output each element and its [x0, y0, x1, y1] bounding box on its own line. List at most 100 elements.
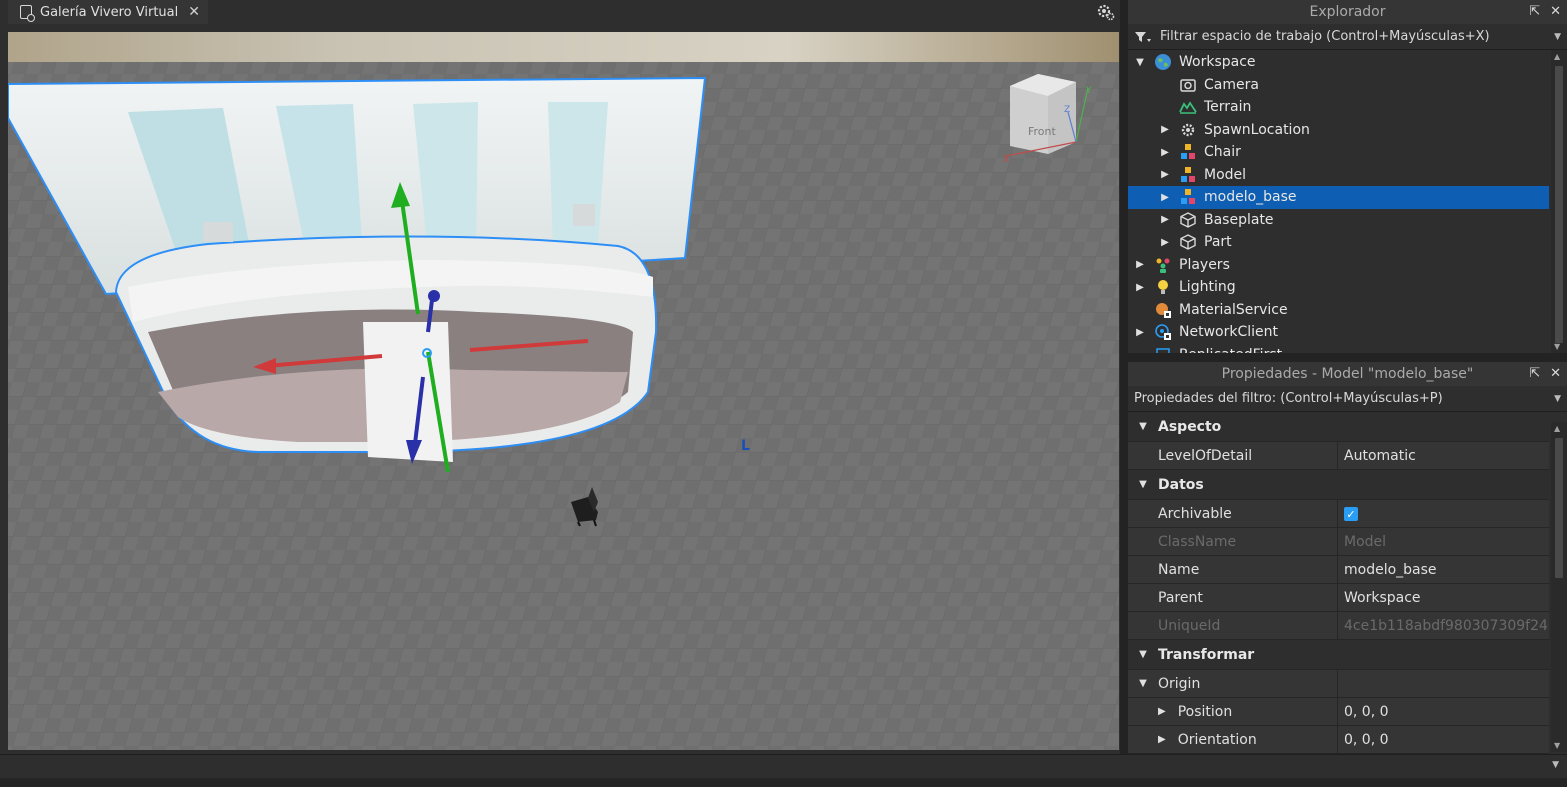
replicated-first-icon [1154, 346, 1172, 353]
property-section-origin[interactable]: ▼ Origin [1128, 670, 1549, 698]
property-section-transformar[interactable]: ▼ Transformar [1128, 640, 1549, 670]
property-value[interactable]: modelo_base [1338, 562, 1549, 578]
property-value: Model [1344, 533, 1387, 550]
expand-right-icon[interactable]: ▶ [1159, 169, 1171, 180]
expand-right-icon[interactable]: ▶ [1134, 282, 1146, 293]
chevron-down-icon[interactable]: ▼ [1554, 394, 1561, 404]
explorer-item-label: MaterialService [1179, 301, 1288, 318]
players-icon [1154, 256, 1172, 274]
explorer-title-bar: Explorador ⇱ ✕ [1128, 0, 1567, 24]
property-row-archivable[interactable]: Archivable ✓ [1128, 500, 1549, 528]
explorer-item-baseplate[interactable]: ▶ Baseplate [1128, 209, 1549, 232]
property-row-levelofdetail[interactable]: LevelOfDetail Automatic [1128, 442, 1549, 470]
property-name: LevelOfDetail [1128, 442, 1338, 469]
bottom-strip [0, 778, 1567, 787]
property-name: ClassName [1128, 528, 1338, 555]
3d-viewport[interactable]: Front Y Z X L [8, 32, 1119, 750]
scroll-up-icon[interactable]: ▲ [1554, 52, 1560, 61]
undock-icon[interactable]: ⇱ [1529, 366, 1540, 381]
properties-filter-input[interactable]: Propiedades del filtro: (Control+Mayúscu… [1134, 391, 1443, 406]
panel-divider[interactable] [1120, 0, 1128, 754]
property-row-name[interactable]: Name modelo_base [1128, 556, 1549, 584]
property-row-parent[interactable]: Parent Workspace [1128, 584, 1549, 612]
document-tab-bar: Galería Vivero Virtual ✕ [0, 0, 1120, 24]
model-icon [1179, 188, 1197, 206]
archivable-checkbox[interactable]: ✓ [1344, 507, 1358, 521]
undock-icon[interactable]: ⇱ [1529, 4, 1540, 19]
explorer-item-label: modelo_base [1204, 189, 1297, 206]
explorer-item-terrain[interactable]: Terrain [1128, 96, 1549, 119]
property-section-aspecto[interactable]: ▼ Aspecto [1128, 412, 1549, 442]
explorer-item-label: NetworkClient [1179, 324, 1278, 341]
property-row-classname[interactable]: ClassName Model [1128, 528, 1549, 556]
close-panel-icon[interactable]: ✕ [1550, 4, 1561, 19]
document-tab[interactable]: Galería Vivero Virtual ✕ [8, 0, 208, 24]
explorer-scroll-thumb[interactable] [1555, 66, 1563, 343]
filter-icon [1135, 31, 1151, 42]
explorer-item-label: Camera [1204, 76, 1259, 93]
property-value: 4ce1b118abdf980307309f240... [1344, 617, 1549, 634]
property-name: UniqueId [1128, 612, 1338, 639]
property-row-orientation[interactable]: ▶ Orientation 0, 0, 0 [1128, 726, 1549, 754]
property-section-datos[interactable]: ▼ Datos [1128, 470, 1549, 500]
expand-right-icon[interactable]: ▶ [1159, 147, 1171, 158]
explorer-item-camera[interactable]: Camera [1128, 74, 1549, 97]
document-tab-title: Galería Vivero Virtual [40, 4, 179, 20]
explorer-item-networkclient[interactable]: ▶ NetworkClient [1128, 321, 1549, 344]
scroll-up-icon[interactable]: ▲ [1554, 424, 1560, 433]
explorer-item-part[interactable]: ▶ Part [1128, 231, 1549, 254]
chevron-down-icon[interactable]: ▼ [1552, 760, 1559, 770]
collapse-icon[interactable]: ▼ [1128, 421, 1158, 432]
explorer-item-workspace[interactable]: ▼ Workspace [1128, 51, 1549, 74]
explorer-filter-input[interactable]: Filtrar espacio de trabajo (Control+Mayú… [1160, 29, 1490, 44]
property-name-text: Parent [1158, 589, 1203, 606]
scroll-down-icon[interactable]: ▼ [1554, 741, 1560, 750]
expand-right-icon[interactable]: ▶ [1134, 327, 1146, 338]
explorer-item-chair[interactable]: ▶ Chair [1128, 141, 1549, 164]
terrain-icon [1179, 98, 1197, 116]
spawn-icon [1179, 121, 1197, 139]
explorer-item-materialservice[interactable]: MaterialService [1128, 299, 1549, 322]
explorer-item-players[interactable]: ▶ Players [1128, 254, 1549, 277]
expand-right-icon[interactable]: ▶ [1134, 259, 1146, 270]
explorer-scrollbar[interactable]: ▲ ▼ [1551, 50, 1567, 353]
expand-right-icon[interactable]: ▶ [1158, 734, 1166, 745]
property-checkbox-cell[interactable]: ✓ [1338, 506, 1549, 522]
close-tab-icon[interactable]: ✕ [188, 4, 200, 20]
section-label: Transformar [1158, 646, 1255, 663]
expand-right-icon[interactable]: ▶ [1159, 124, 1171, 135]
explorer-filter-row[interactable]: Filtrar espacio de trabajo (Control+Mayú… [1128, 24, 1567, 50]
scroll-down-icon[interactable]: ▼ [1554, 342, 1560, 351]
properties-filter-row[interactable]: Propiedades del filtro: (Control+Mayúscu… [1128, 386, 1567, 412]
collapse-icon[interactable]: ▼ [1128, 649, 1158, 660]
explorer-tree: ▼ Workspace Camera Terrain ▶ SpawnLocation ▶ Ch… [1128, 50, 1567, 353]
property-row-position[interactable]: ▶ Position 0, 0, 0 [1128, 698, 1549, 726]
expand-right-icon[interactable]: ▶ [1158, 706, 1166, 717]
explorer-item-lighting[interactable]: ▶ Lighting [1128, 276, 1549, 299]
explorer-item-replicatedfirst[interactable]: ReplicatedFirst [1128, 344, 1549, 353]
properties-scrollbar[interactable]: ▲ ▼ [1551, 422, 1567, 752]
explorer-item-model[interactable]: ▶ Model [1128, 164, 1549, 187]
expand-right-icon[interactable]: ▶ [1159, 237, 1171, 248]
view-cube-front-label: Front [1028, 125, 1057, 138]
explorer-item-label: SpawnLocation [1204, 121, 1310, 138]
property-row-uniqueid[interactable]: UniqueId 4ce1b118abdf980307309f240... [1128, 612, 1549, 640]
explorer-item-modelo_base[interactable]: ▶ modelo_base [1128, 186, 1549, 209]
properties-scroll-thumb[interactable] [1555, 438, 1563, 578]
expand-down-icon[interactable]: ▼ [1134, 57, 1146, 68]
close-panel-icon[interactable]: ✕ [1550, 366, 1561, 381]
panel-divider-horizontal[interactable] [1128, 353, 1567, 362]
property-value[interactable]: 0, 0, 0 [1338, 732, 1549, 748]
collapse-icon[interactable]: ▼ [1128, 479, 1158, 490]
studio-window: Galería Vivero Virtual ✕ Front Y Z X L E… [0, 0, 1567, 787]
explorer-item-spawnlocation[interactable]: ▶ SpawnLocation [1128, 119, 1549, 142]
expand-right-icon[interactable]: ▶ [1159, 192, 1171, 203]
collapse-icon[interactable]: ▼ [1128, 678, 1158, 689]
property-value[interactable]: Workspace [1338, 590, 1549, 606]
property-name-text: Orientation [1177, 731, 1257, 748]
property-value[interactable]: Automatic [1338, 448, 1549, 464]
property-value[interactable]: 0, 0, 0 [1338, 704, 1549, 720]
viewport-settings-button[interactable] [1096, 2, 1116, 22]
expand-right-icon[interactable]: ▶ [1159, 214, 1171, 225]
chevron-down-icon[interactable]: ▼ [1554, 32, 1561, 42]
